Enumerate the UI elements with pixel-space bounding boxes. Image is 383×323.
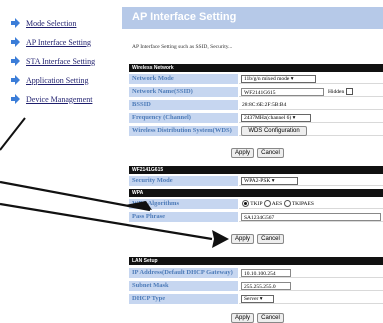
arrow-right-icon [11,56,20,66]
section-wireless-network: Wireless Network [129,64,383,72]
row-network-mode: Network Mode 11b/g/n mixed mode ▾ [129,74,383,84]
tkipaes-label: TKIPAES [291,201,314,207]
tkip-radio[interactable] [242,200,249,208]
row-subnet-mask: Subnet Mask 255.255.255.0 [129,281,383,291]
sidebar: Mode Selection AP Interface Setting STA … [0,0,120,322]
dhcp-type-select[interactable]: Server ▾ [241,295,274,303]
arrow-right-icon [11,94,20,104]
tkipaes-radio[interactable] [283,200,291,208]
section-security: WF2141G615 [129,166,383,174]
hidden-label-text: Hidden [328,89,345,95]
row-ssid: Network Name(SSID) WF2141G615 Hidden [129,87,383,97]
row-security-mode: Security Mode WPA2-PSK ▾ [129,176,383,186]
sidebar-item-mode-selection[interactable]: Mode Selection [10,16,76,30]
wds-label: Wireless Distribution System(WDS) [129,126,239,136]
tkip-label: TKIP [250,201,263,207]
row-frequency: Frequency (Channel) 2437MHz(channel 6) ▾ [129,113,383,123]
arrow-right-icon [11,37,20,47]
ssid-input[interactable]: WF2141G615 [241,88,324,96]
network-mode-label: Network Mode [129,74,239,84]
security-mode-select[interactable]: WPA2-PSK ▾ [241,177,298,185]
pointer-arrowhead [212,230,229,248]
row-dhcp-type: DHCP Type Server ▾ [129,294,383,304]
row-wds: Wireless Distribution System(WDS) WDS Co… [129,126,383,136]
ip-address-input[interactable]: 10.10.100.254 [241,269,291,277]
section-wpa: WPA [129,189,383,197]
section-lan-setup: LAN Setup [129,257,383,265]
sidebar-item-sta-interface[interactable]: STA Interface Setting [10,54,95,68]
row-ip-address: IP Address(Default DHCP Gateway) 10.10.1… [129,268,383,278]
frequency-select[interactable]: 2437MHz(channel 6) ▾ [241,114,311,122]
sidebar-item-label: STA Interface Setting [26,56,96,66]
sidebar-item-ap-interface[interactable]: AP Interface Setting [10,35,91,49]
dhcp-type-label: DHCP Type [129,294,239,304]
cancel-button[interactable]: Cancel [257,148,284,158]
page-description: AP Interface Setting such as SSID, Secur… [132,44,233,50]
row-wpa-algorithms: WPA Algorithms TKIP AES TKIPAES [129,199,383,209]
bssid-value: 28:8C:6E:2F:5B:B4 [239,100,383,110]
row-bssid: BSSID 28:8C:6E:2F:5B:B4 [129,100,383,110]
page-title: AP Interface Setting [132,11,237,23]
ssid-label: Network Name(SSID) [129,87,239,97]
arrow-right-icon [11,75,20,85]
subnet-mask-input[interactable]: 255.255.255.0 [241,282,291,290]
wpa-algorithm-options: TKIP AES TKIPAES [242,199,314,209]
wpa-algorithms-label: WPA Algorithms [129,199,239,209]
bssid-label: BSSID [129,100,239,110]
cancel-button[interactable]: Cancel [257,234,284,244]
page-header: AP Interface Setting [122,7,383,29]
frequency-label: Frequency (Channel) [129,113,239,123]
network-mode-select[interactable]: 11b/g/n mixed mode ▾ [241,75,316,83]
row-pass-phrase: Pass Phrase SA1234G567 [129,212,383,222]
sidebar-item-application[interactable]: Application Setting [10,73,88,87]
sidebar-item-label: Application Setting [26,75,89,85]
aes-label: AES [271,201,283,207]
sidebar-item-device-management[interactable]: Device Management [10,92,92,106]
sidebar-item-label: Mode Selection [26,18,77,28]
pass-phrase-input[interactable]: SA1234G567 [241,213,381,221]
apply-button[interactable]: Apply [231,148,254,158]
arrow-right-icon [11,18,20,28]
sidebar-item-label: AP Interface Setting [26,37,92,47]
wds-configuration-button[interactable]: WDS Configuration [241,126,307,136]
sidebar-item-label: Device Management [26,94,93,104]
subnet-mask-label: Subnet Mask [129,281,239,291]
hidden-checkbox[interactable] [346,88,354,96]
apply-button[interactable]: Apply [231,234,254,244]
security-mode-label: Security Mode [129,176,239,186]
hidden-label: Hidden [328,87,354,97]
ip-address-label: IP Address(Default DHCP Gateway) [129,268,239,278]
pass-phrase-label: Pass Phrase [129,212,239,222]
aes-radio[interactable] [263,200,271,208]
